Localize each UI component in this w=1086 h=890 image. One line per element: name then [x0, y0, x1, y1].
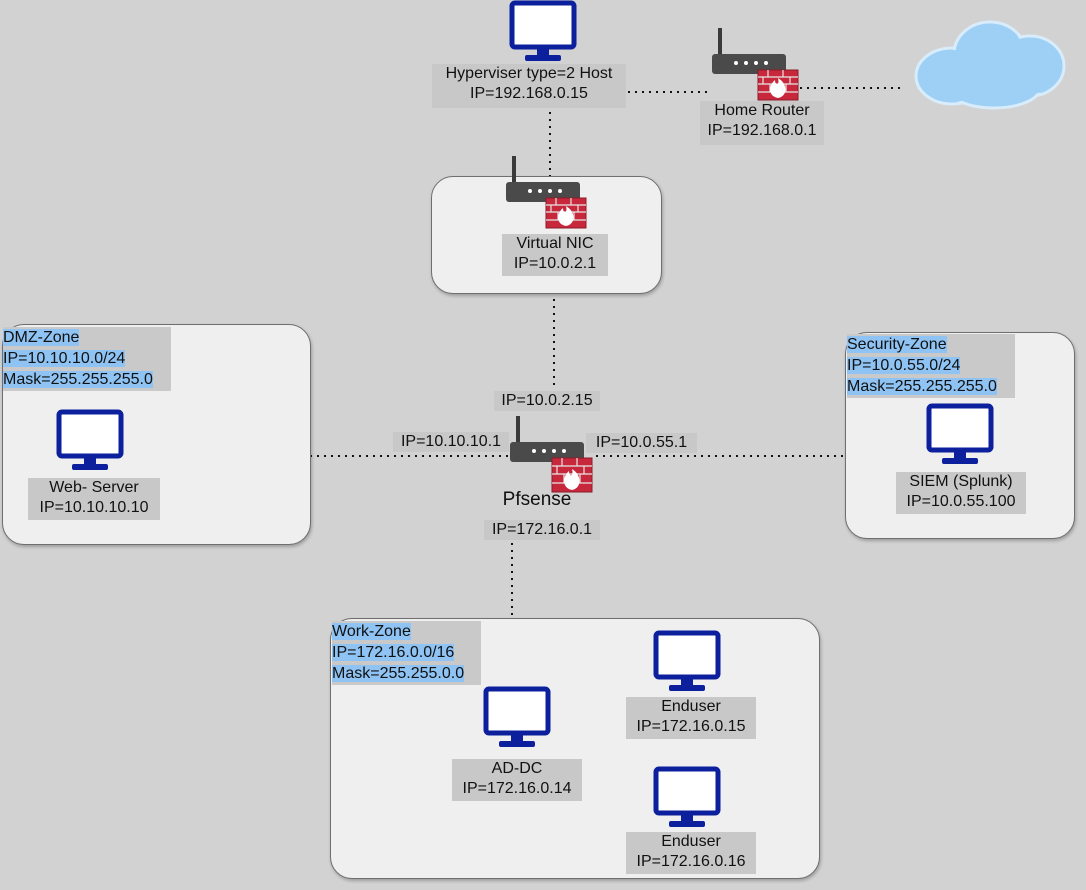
- dmz-zone-mask: Mask=255.255.255.0: [3, 371, 153, 388]
- dmz-zone-header: DMZ-Zone IP=10.10.10.0/24 Mask=255.255.2…: [3, 327, 171, 391]
- monitor-icon: [56, 409, 124, 470]
- dmz-zone-title: DMZ-Zone: [3, 329, 80, 346]
- web-server-name: Web- Server: [49, 479, 139, 496]
- web-server-ip: IP=10.10.10.10: [39, 499, 149, 516]
- web-server-label: Web- Server IP=10.10.10.10: [28, 478, 160, 520]
- security-zone-title: Security-Zone: [847, 336, 947, 353]
- work-zone-subnet: IP=172.16.0.0/16: [332, 644, 455, 661]
- pfsense-dmz-ip: IP=10.10.10.1: [393, 432, 509, 452]
- virtual-nic-label: Virtual NIC IP=10.0.2.1: [502, 234, 608, 276]
- siem-ip: IP=10.0.55.100: [906, 493, 1016, 510]
- home-router-label: Home Router IP=192.168.0.1: [700, 101, 824, 145]
- ad-dc-name: AD-DC: [491, 760, 543, 777]
- work-zone-mask: Mask=255.255.0.0: [332, 665, 465, 682]
- firewall-icon: [545, 197, 587, 229]
- siem-label: SIEM (Splunk) IP=10.0.55.100: [896, 472, 1026, 514]
- pfsense-work-ip: IP=172.16.0.1: [484, 520, 600, 540]
- security-zone-mask: Mask=255.255.255.0: [847, 378, 997, 395]
- pfsense-name: Pfsense: [502, 489, 572, 510]
- monitor-icon: [926, 403, 994, 464]
- monitor-icon: [509, 0, 577, 61]
- home-router-ip: IP=192.168.0.1: [707, 122, 817, 139]
- virtual-nic-name: Virtual NIC: [516, 235, 594, 252]
- firewall-icon: [551, 457, 593, 493]
- monitor-icon: [483, 686, 551, 747]
- hypervisor-label: Hyperviser type=2 Host IP=192.168.0.15: [432, 64, 626, 108]
- enduser1-ip: IP=172.16.0.15: [636, 718, 746, 735]
- ad-dc-ip: IP=172.16.0.14: [462, 780, 572, 797]
- enduser2-ip: IP=172.16.0.16: [636, 853, 746, 870]
- pfsense-security-ip: IP=10.0.55.1: [586, 433, 697, 453]
- enduser1-name: Enduser: [661, 698, 721, 715]
- work-zone-title: Work-Zone: [332, 623, 411, 640]
- dmz-zone-subnet: IP=10.10.10.0/24: [3, 350, 126, 367]
- home-router-name: Home Router: [714, 102, 810, 119]
- cloud-icon: [914, 20, 1066, 110]
- firewall-icon: [757, 69, 799, 101]
- enduser2-label: Enduser IP=172.16.0.16: [626, 832, 756, 874]
- virtual-nic-ip: IP=10.0.2.1: [513, 255, 597, 272]
- enduser1-label: Enduser IP=172.16.0.15: [626, 697, 756, 739]
- router-icon: [506, 156, 587, 229]
- router-icon: [510, 416, 593, 493]
- ad-dc-label: AD-DC IP=172.16.0.14: [452, 759, 582, 801]
- siem-name: SIEM (Splunk): [909, 473, 1013, 490]
- security-zone-subnet: IP=10.0.55.0/24: [847, 357, 961, 374]
- hypervisor-name: Hyperviser type=2 Host: [445, 65, 613, 82]
- router-icon: [712, 28, 799, 101]
- work-zone-header: Work-Zone IP=172.16.0.0/16 Mask=255.255.…: [332, 621, 481, 685]
- security-zone-header: Security-Zone IP=10.0.55.0/24 Mask=255.2…: [847, 334, 1015, 398]
- pfsense-wan-ip: IP=10.0.2.15: [494, 391, 600, 411]
- monitor-icon: [653, 630, 721, 691]
- hypervisor-ip: IP=192.168.0.15: [470, 85, 588, 102]
- monitor-icon: [653, 766, 721, 827]
- enduser2-name: Enduser: [661, 833, 721, 850]
